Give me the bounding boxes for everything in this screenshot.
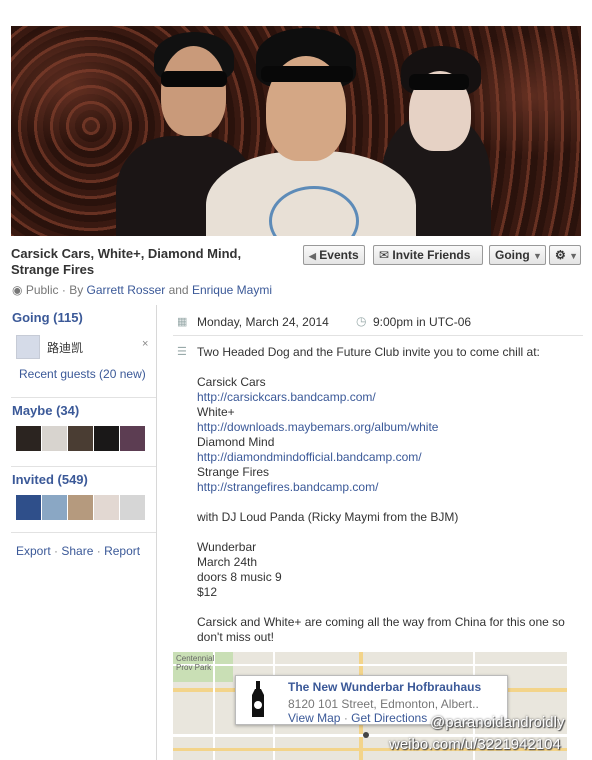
share-link[interactable]: Share (61, 544, 93, 558)
desc-band: Diamond Mind (197, 435, 275, 449)
avatar[interactable] (68, 495, 93, 520)
desc-band: Strange Fires (197, 465, 270, 479)
watermark-url: weibo.com/u/3221942104 (389, 736, 561, 753)
avatar[interactable] (42, 495, 67, 520)
desc-link[interactable]: http://strangefires.bandcamp.com/ (197, 480, 587, 495)
avatar[interactable] (16, 495, 41, 520)
desc-venue: Wunderbar (197, 540, 257, 554)
desc-link[interactable]: http://carsickcars.bandcamp.com/ (197, 390, 587, 405)
event-title-line1: Carsick Cars, White+, Diamond Mind, (11, 246, 242, 261)
chevron-down-icon: ▼ (533, 251, 542, 261)
host-link-1[interactable]: Garrett Rosser (87, 283, 166, 297)
desc-link[interactable]: http://downloads.maybemars.org/album/whi… (197, 420, 587, 435)
events-button-label: Events (319, 248, 359, 262)
avatar[interactable] (16, 426, 41, 451)
event-meta: ◉ Public · By Garrett Rosser and Enrique… (12, 283, 272, 297)
watermark-handle: @paranoidandroidly (430, 714, 565, 731)
invite-friends-button[interactable]: ✉ Invite Friends (373, 245, 483, 265)
desc-band: White+ (197, 405, 235, 419)
maybe-avatars (16, 426, 145, 451)
gear-icon: ⚙ (555, 248, 566, 262)
invite-friends-label: Invite Friends (392, 248, 471, 262)
desc-price: $12 (197, 585, 218, 599)
desc-dj: with DJ Loud Panda (Ricky Maymi from the… (197, 510, 459, 524)
desc-doors: doors 8 music 9 (197, 570, 282, 584)
view-map-link[interactable]: View Map (288, 711, 340, 725)
event-title-line2: Strange Fires (11, 262, 95, 277)
globe-icon: ◉ (12, 283, 23, 297)
avatar[interactable] (94, 426, 119, 451)
avatar[interactable] (120, 495, 145, 520)
park-label: Centennial Prov Park (176, 654, 215, 672)
desc-outro: Carsick and White+ are coming all the wa… (197, 615, 565, 644)
avatar[interactable] (42, 426, 67, 451)
desc-intro: Two Headed Dog and the Future Club invit… (197, 345, 540, 359)
event-details: ▦ Monday, March 24, 2014 ◷ 9:00pm in UTC… (173, 305, 583, 760)
desc-band: Carsick Cars (197, 375, 266, 389)
venue-name[interactable]: The New Wunderbar Hofbrauhaus (288, 680, 481, 694)
privacy-label: Public (25, 283, 59, 297)
avatar[interactable] (16, 335, 40, 359)
chevron-down-icon: ▼ (569, 251, 579, 261)
avatar[interactable] (120, 426, 145, 451)
by-label: By (69, 283, 84, 297)
calendar-icon: ▦ (177, 316, 188, 328)
export-link[interactable]: Export (16, 544, 51, 558)
desc-date: March 24th (197, 555, 258, 569)
event-date: Monday, March 24, 2014 (197, 315, 329, 329)
settings-dropdown-button[interactable]: ⚙ ▼ (549, 245, 581, 265)
avatar[interactable] (94, 495, 119, 520)
event-description: Two Headed Dog and the Future Club invit… (197, 345, 587, 645)
going-label: Going (495, 248, 530, 262)
description-icon: ☰ (177, 346, 187, 358)
maybe-count-link[interactable]: Maybe (34) (12, 403, 79, 418)
events-button[interactable]: ◀ Events (303, 245, 365, 265)
clock-icon: ◷ (356, 314, 367, 328)
invited-avatars (16, 495, 145, 520)
venue-address: 8120 101 Street, Edmonton, Albert.. (288, 697, 479, 711)
guest-name[interactable]: 路迪凯 (47, 339, 83, 356)
invited-count-link[interactable]: Invited (549) (12, 472, 88, 487)
recent-guests-link[interactable]: Recent guests (20 new) (19, 367, 146, 381)
chevron-left-icon: ◀ (309, 251, 316, 261)
avatar[interactable] (68, 426, 93, 451)
close-icon[interactable]: × (142, 338, 148, 350)
cover-photo (11, 26, 581, 236)
report-link[interactable]: Report (104, 544, 140, 558)
get-directions-link[interactable]: Get Directions (351, 711, 427, 725)
going-count-link[interactable]: Going (115) (12, 310, 83, 325)
going-dropdown-button[interactable]: Going ▼ (489, 245, 546, 265)
envelope-icon: ✉ (379, 248, 390, 262)
host-link-2[interactable]: Enrique Maymi (192, 283, 272, 297)
desc-link[interactable]: http://diamondmindofficial.bandcamp.com/ (197, 450, 587, 465)
event-title: Carsick Cars, White+, Diamond Mind, Stra… (11, 246, 296, 278)
map-pin-icon (363, 732, 369, 738)
guest-sidebar: Going (115) 路迪凯 × Recent guests (20 new)… (11, 305, 157, 760)
event-time: 9:00pm in UTC-06 (373, 315, 472, 329)
footer-links: Export · Share · Report (16, 544, 141, 558)
bottle-icon (252, 681, 264, 717)
and-label: and (168, 283, 189, 297)
map-links: View Map · Get Directions (288, 711, 428, 725)
